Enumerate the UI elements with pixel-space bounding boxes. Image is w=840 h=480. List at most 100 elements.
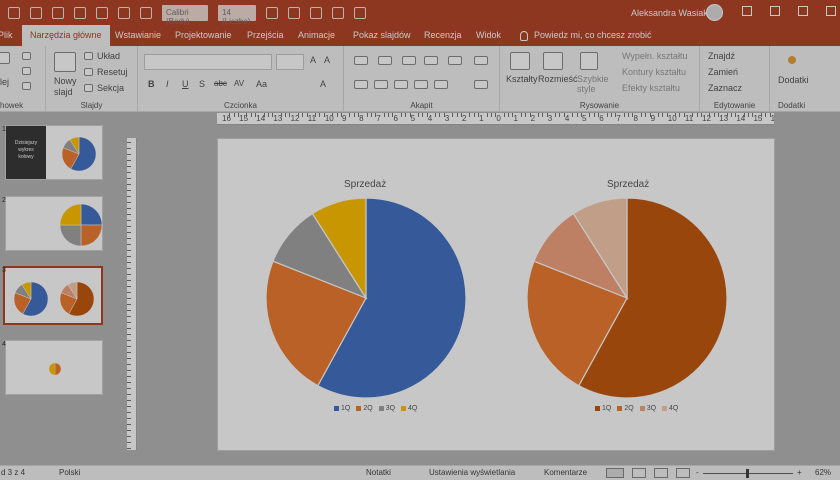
- shape-icon[interactable]: [266, 6, 278, 19]
- thumb4-slice-1[interactable]: [54, 362, 62, 376]
- more-icon[interactable]: [354, 6, 366, 19]
- maximize-icon[interactable]: [798, 6, 808, 16]
- bullets-icon[interactable]: [354, 56, 368, 65]
- zoom-in-button[interactable]: +: [797, 468, 802, 477]
- slideshow-view-icon[interactable]: [676, 468, 690, 478]
- language-indicator[interactable]: Polski: [59, 468, 80, 477]
- thumb2-slice-4[interactable]: [59, 203, 82, 226]
- spacing-button[interactable]: AV: [234, 79, 244, 88]
- slide-canvas[interactable]: Sprzedaż Sprzedaż 1Q 2Q 3Q 4Q 1Q 2Q 3Q 4Q: [217, 138, 775, 451]
- touch-mode-icon[interactable]: [96, 6, 108, 19]
- zoom-out-button[interactable]: -: [696, 468, 699, 477]
- thumb2-slice-3[interactable]: [59, 224, 82, 247]
- close-icon[interactable]: [826, 6, 836, 16]
- thumb2-slice-2[interactable]: [80, 224, 103, 247]
- thumbnail-slide-3[interactable]: [3, 266, 103, 325]
- chart2-title[interactable]: Sprzedaż: [607, 179, 649, 190]
- new-slide-icon[interactable]: [54, 52, 76, 72]
- highlight-icon[interactable]: [140, 6, 152, 19]
- qa-size-box[interactable]: 14 (Liczba): [218, 4, 256, 26]
- start-show-icon[interactable]: [74, 6, 86, 19]
- format-painter-icon[interactable]: [22, 82, 31, 90]
- redo-icon[interactable]: [30, 6, 42, 19]
- paste-icon[interactable]: [0, 52, 10, 64]
- layout-button[interactable]: Układ: [97, 51, 120, 61]
- chart2-legend[interactable]: 1Q 2Q 3Q 4Q: [595, 405, 678, 412]
- ribbon-display-icon[interactable]: [742, 6, 752, 16]
- columns-icon[interactable]: [434, 80, 448, 89]
- thumbnail-slide-2[interactable]: [5, 196, 103, 251]
- picture-icon[interactable]: [310, 6, 322, 19]
- addins-icon[interactable]: [788, 56, 796, 64]
- align-left-icon[interactable]: [354, 80, 368, 89]
- line-spacing-icon[interactable]: [448, 56, 462, 65]
- shapes-icon[interactable]: [510, 52, 530, 70]
- font-color-button[interactable]: A: [320, 79, 326, 89]
- tab-plik[interactable]: Plik: [0, 25, 13, 46]
- link-icon[interactable]: [332, 6, 344, 19]
- align-center-icon[interactable]: [374, 80, 388, 89]
- tell-me-box[interactable]: Powiedz mi, co chcesz zrobić: [520, 25, 652, 46]
- numbering-icon[interactable]: [378, 56, 392, 65]
- reading-view-icon[interactable]: [654, 468, 668, 478]
- display-settings-button[interactable]: Ustawienia wyświetlania: [429, 468, 515, 477]
- tab-widok[interactable]: Widok: [476, 25, 501, 46]
- shape-outline-button[interactable]: Kontury kształtu: [622, 67, 686, 77]
- tab-recenzja[interactable]: Recenzja: [424, 25, 462, 46]
- underline-button[interactable]: U: [182, 79, 189, 89]
- cut-icon[interactable]: [22, 52, 31, 60]
- shrink-font-icon[interactable]: A: [324, 55, 330, 65]
- bold-button[interactable]: B: [148, 79, 155, 89]
- layout-icon[interactable]: [84, 52, 93, 60]
- strikethrough-button[interactable]: abc: [214, 79, 227, 88]
- tab-animacje[interactable]: Animacje: [298, 25, 335, 46]
- replace-button[interactable]: Zamień: [708, 67, 738, 77]
- tab-wstawianie[interactable]: Wstawianie: [115, 25, 161, 46]
- shape-fill-button[interactable]: Wypełn. kształtu: [622, 51, 687, 61]
- table-icon[interactable]: [288, 6, 300, 19]
- tab-projektowanie[interactable]: Projektowanie: [175, 25, 232, 46]
- thumb2-slice-1[interactable]: [80, 203, 103, 226]
- comments-button[interactable]: Komentarze: [544, 468, 587, 477]
- chart1-pie[interactable]: [265, 197, 467, 399]
- copy-icon[interactable]: [22, 67, 31, 75]
- thumbnail-slide-1[interactable]: Dzisiejszy wykres kołowy: [5, 125, 103, 180]
- tab-przejscia[interactable]: Przejścia: [247, 25, 284, 46]
- thumbnail-slide-4[interactable]: [5, 340, 103, 395]
- section-button[interactable]: Sekcja: [97, 83, 124, 93]
- arrange-icon[interactable]: [543, 52, 563, 70]
- italic-button[interactable]: I: [166, 79, 169, 89]
- minimize-icon[interactable]: [770, 6, 780, 16]
- thumb4-slice-2[interactable]: [48, 362, 56, 376]
- reset-icon[interactable]: [84, 68, 93, 76]
- chart2-pie[interactable]: [526, 197, 728, 399]
- grow-font-icon[interactable]: A: [310, 55, 316, 65]
- find-button[interactable]: Znajdź: [708, 51, 735, 61]
- shape-effects-button[interactable]: Efekty kształtu: [622, 83, 680, 93]
- normal-view-icon[interactable]: [606, 468, 624, 478]
- new-slide-button[interactable]: Nowy slajd: [54, 76, 82, 98]
- smartart-icon[interactable]: [474, 80, 488, 89]
- tab-narzedzia-glowne[interactable]: Narzędzia główne: [22, 25, 110, 46]
- quick-styles-button[interactable]: Szybkie style: [577, 74, 609, 94]
- qa-font-box[interactable]: Calibri (Body): [162, 4, 208, 26]
- select-button[interactable]: Zaznacz: [708, 83, 742, 93]
- quick-styles-icon[interactable]: [580, 52, 598, 70]
- zoom-slider-handle[interactable]: [746, 469, 749, 478]
- shadow-button[interactable]: S: [199, 79, 205, 89]
- change-case-button[interactable]: Aa: [256, 79, 267, 89]
- notes-button[interactable]: Notatki: [366, 468, 391, 477]
- avatar[interactable]: [706, 4, 723, 21]
- reset-button[interactable]: Resetuj: [97, 67, 128, 77]
- font-name-input[interactable]: [144, 54, 272, 70]
- chart1-title[interactable]: Sprzedaż: [344, 179, 386, 190]
- zoom-level[interactable]: 62%: [815, 468, 831, 477]
- font-color-icon[interactable]: [118, 6, 130, 19]
- align-right-icon[interactable]: [394, 80, 408, 89]
- decrease-indent-icon[interactable]: [402, 56, 416, 65]
- section-icon[interactable]: [84, 84, 93, 92]
- undo-icon[interactable]: [8, 6, 20, 19]
- increase-indent-icon[interactable]: [424, 56, 438, 65]
- arrange-button[interactable]: Rozmieść: [538, 74, 578, 84]
- justify-icon[interactable]: [414, 80, 428, 89]
